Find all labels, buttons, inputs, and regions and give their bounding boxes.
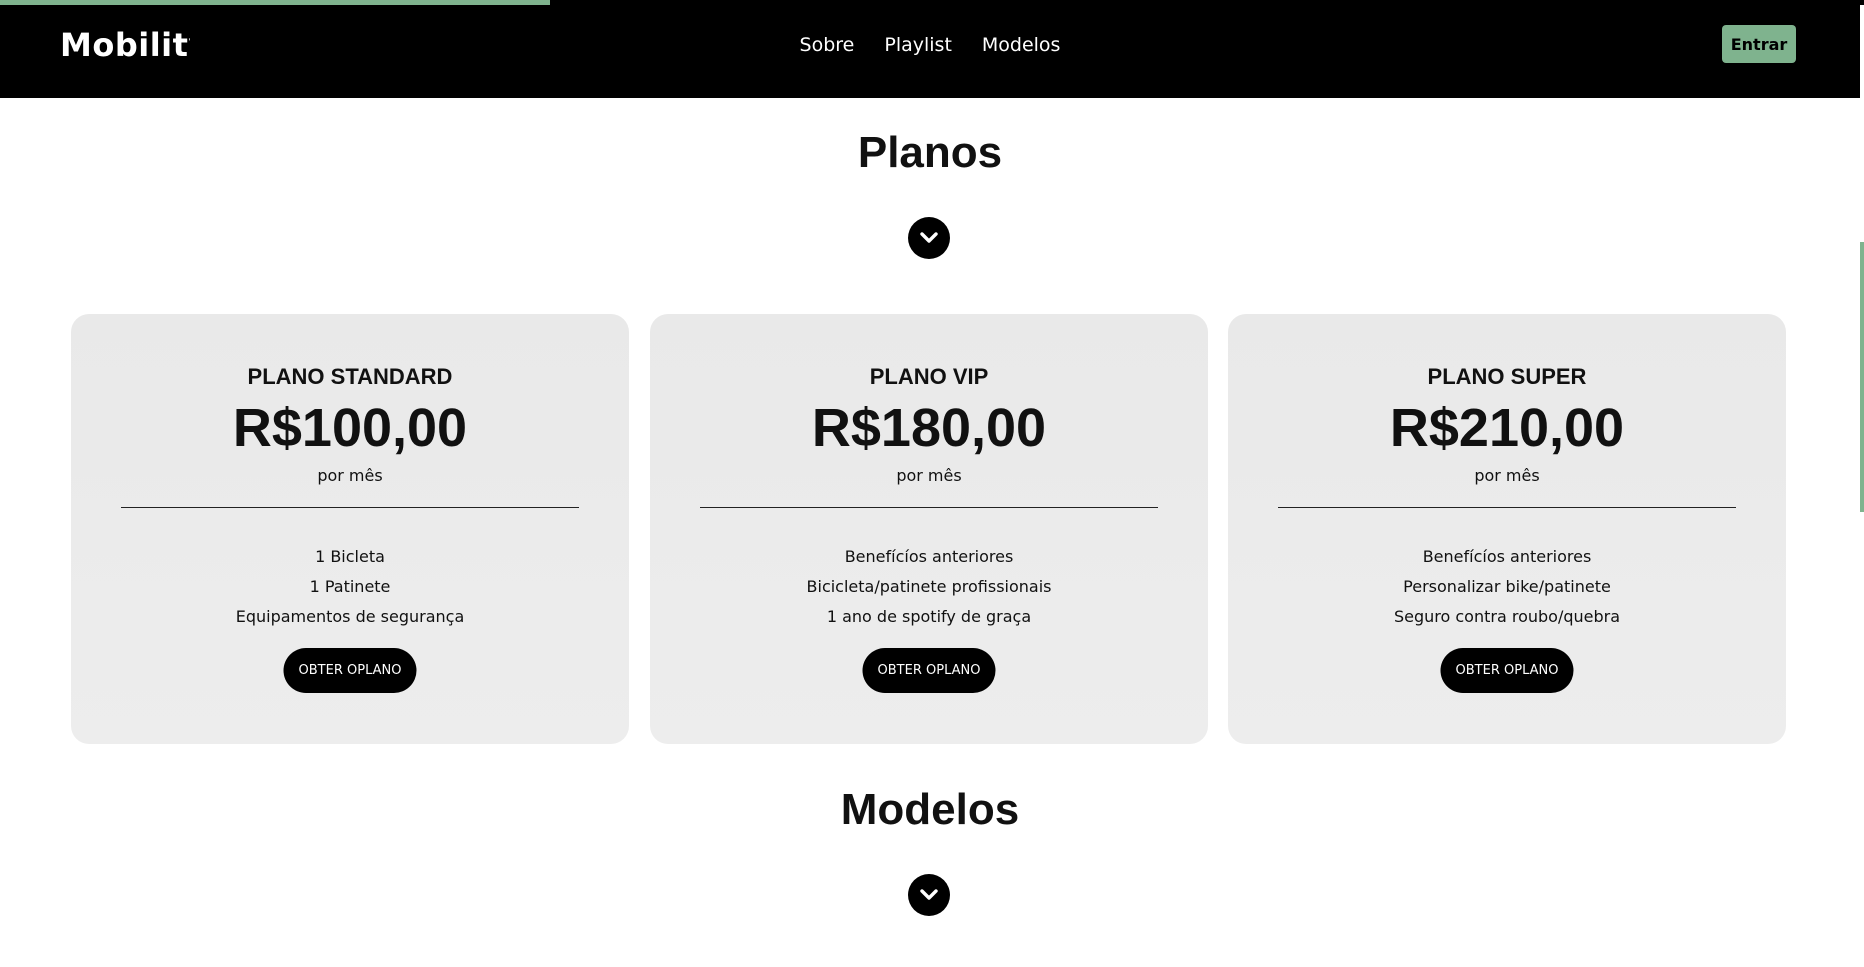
- chevron-down-icon[interactable]: [908, 217, 950, 259]
- plan-price: R$100,00: [232, 398, 468, 458]
- feature-item: 1 ano de spotify de graça: [826, 607, 1032, 626]
- plan-name: PLANO VIP: [869, 364, 989, 389]
- plan-period: por mês: [1474, 466, 1540, 485]
- get-plan-button[interactable]: OBTER OPLANO: [862, 648, 996, 693]
- plan-card-standard: PLANO STANDARD R$100,00 por mês 1 Biclet…: [71, 314, 629, 744]
- chevron-down-icon[interactable]: [908, 874, 950, 916]
- plan-features: Benefícíos anteriores Personalizar bike/…: [1228, 542, 1786, 632]
- scroll-progress-fill: [0, 0, 550, 5]
- plan-card-vip: PLANO VIP R$180,00 por mês Benefícíos an…: [650, 314, 1208, 744]
- plan-features: 1 Bicleta 1 Patinete Equipamentos de seg…: [71, 542, 629, 632]
- divider: [700, 507, 1158, 508]
- feature-item: Benefícíos anteriores: [844, 547, 1014, 566]
- divider: [121, 507, 579, 508]
- nav-link-playlist[interactable]: Playlist: [884, 30, 952, 60]
- plan-period: por mês: [896, 466, 962, 485]
- feature-item: Bicicleta/patinete profissionais: [806, 577, 1052, 596]
- plan-period: por mês: [317, 466, 383, 485]
- section-title-modelos: Modelos: [840, 785, 1020, 834]
- plan-card-super: PLANO SUPER R$210,00 por mês Benefícíos …: [1228, 314, 1786, 744]
- nav-link-sobre[interactable]: Sobre: [800, 30, 855, 60]
- login-button[interactable]: Entrar: [1722, 25, 1796, 63]
- feature-item: Equipamentos de segurança: [235, 607, 465, 626]
- feature-item: Benefícíos anteriores: [1422, 547, 1592, 566]
- top-navbar: Mobility Sobre Playlist Modelos Entrar: [0, 0, 1860, 98]
- plan-features: Benefícíos anteriores Bicicleta/patinete…: [650, 542, 1208, 632]
- main-nav: Sobre Playlist Modelos: [0, 30, 1860, 60]
- feature-item: 1 Bicleta: [315, 547, 385, 566]
- feature-item: Seguro contra roubo/quebra: [1393, 607, 1621, 626]
- section-title-planos: Planos: [857, 128, 1003, 177]
- nav-link-modelos[interactable]: Modelos: [982, 30, 1061, 60]
- get-plan-button[interactable]: OBTER OPLANO: [1440, 648, 1574, 693]
- plan-price: R$210,00: [1389, 398, 1625, 458]
- scroll-progress-bar: [0, 0, 1864, 5]
- plan-name: PLANO STANDARD: [247, 364, 453, 389]
- feature-item: Personalizar bike/patinete: [1403, 577, 1611, 596]
- scrollbar-thumb[interactable]: [1860, 242, 1864, 512]
- plan-name: PLANO SUPER: [1427, 364, 1587, 389]
- get-plan-button[interactable]: OBTER OPLANO: [283, 648, 417, 693]
- chevron-down-glyph: [920, 889, 938, 900]
- divider: [1278, 507, 1736, 508]
- feature-item: 1 Patinete: [309, 577, 391, 596]
- chevron-down-glyph: [920, 232, 938, 243]
- plan-price: R$180,00: [811, 398, 1047, 458]
